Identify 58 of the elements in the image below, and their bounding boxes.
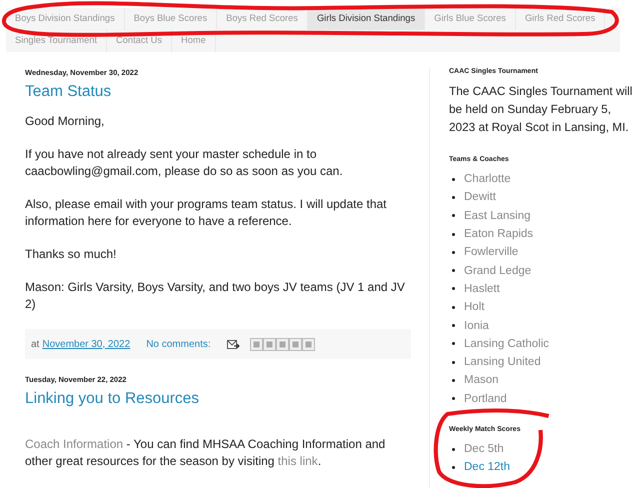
comments-link[interactable]: No comments: — [146, 338, 211, 350]
team-link[interactable]: Eaton Rapids — [464, 228, 534, 240]
post-paragraph: Coach Information - You can find MHSAA Coaching Information and other great resources for the season by visiting this link. — [25, 436, 386, 470]
nav-tab[interactable]: Girls Blue Scores — [425, 8, 516, 30]
bullet-icon — [452, 324, 455, 328]
post-paragraph: Also, please email with your programs team status. I will update that information here for everyone to have a reference. — [25, 196, 388, 230]
bullet-icon — [452, 214, 455, 218]
bullet-icon — [452, 360, 455, 364]
nav-tab[interactable]: Girls Division Standings — [308, 8, 426, 30]
post-time-link[interactable]: November 30, 2022 — [42, 338, 130, 350]
team-link[interactable]: East Lansing — [464, 210, 530, 222]
nav-tab[interactable]: Boys Division Standings — [6, 8, 125, 30]
team-link[interactable]: Dewitt — [464, 191, 496, 204]
footer-text: at — [31, 338, 40, 350]
nav-tab[interactable]: Singles Tournament — [6, 30, 108, 52]
nav-tab[interactable]: Boys Blue Scores — [124, 8, 218, 30]
post-paragraph: Mason: Girls Varsity, Boys Varsity, and two boys JV teams (JV 1 and JV 2) — [25, 279, 406, 313]
nav-tab[interactable]: Contact Us — [107, 30, 172, 52]
team-link[interactable]: Lansing Catholic — [464, 338, 550, 350]
team-link[interactable]: Mason — [464, 374, 499, 386]
bullet-icon — [452, 397, 455, 400]
match-scores-link[interactable]: Dec 12th — [464, 461, 510, 474]
bullet-icon — [452, 250, 455, 254]
bullet-icon — [452, 232, 455, 236]
post-paragraph: If you have not already sent your master schedule in to caacbowling@gmail.com, please do so as soon as you can. — [25, 146, 344, 180]
bullet-icon — [452, 448, 455, 450]
bullet-icon — [452, 287, 455, 290]
team-link[interactable]: Ionia — [464, 320, 489, 332]
nav-tab[interactable]: Girls Red Scores — [516, 8, 606, 30]
team-link[interactable]: Holt — [464, 301, 484, 314]
team-link[interactable]: Portland — [464, 392, 507, 405]
post-paragraph: Thanks so much! — [25, 246, 118, 263]
bullet-icon — [452, 196, 455, 199]
bullet-icon — [452, 178, 455, 181]
bullet-icon — [452, 269, 455, 272]
team-link[interactable]: Grand Ledge — [464, 264, 532, 277]
share-icon[interactable] — [276, 338, 289, 350]
share-icon[interactable] — [262, 338, 276, 350]
share-icon[interactable] — [302, 338, 315, 350]
team-link[interactable]: Fowlerville — [464, 246, 518, 258]
post-title[interactable]: Team Status — [25, 83, 411, 101]
coach-information-link[interactable]: Coach Information — [25, 437, 124, 451]
bullet-icon — [452, 306, 455, 309]
email-icon[interactable] — [226, 340, 240, 348]
share-icon[interactable] — [250, 338, 263, 350]
match-scores-link[interactable]: Dec 5th — [464, 443, 504, 455]
tournament-text: The CAAC Singles Tournament will be held on Sunday February 5, 2023 at Royal Scot in Lansing, MI. — [449, 83, 634, 136]
team-link[interactable]: Haslett — [464, 282, 500, 295]
team-link[interactable]: Lansing United — [464, 356, 541, 368]
this-link[interactable]: this link — [278, 454, 318, 468]
post-paragraph: Good Morning, — [25, 113, 106, 130]
share-icon[interactable] — [288, 338, 302, 350]
post-title[interactable]: Linking you to Resources — [25, 390, 411, 408]
bullet-icon — [452, 342, 455, 346]
bullet-icon — [452, 466, 455, 469]
team-link[interactable]: Charlotte — [464, 173, 511, 186]
bullet-icon — [452, 378, 455, 382]
nav-tab[interactable]: Home — [172, 30, 216, 52]
